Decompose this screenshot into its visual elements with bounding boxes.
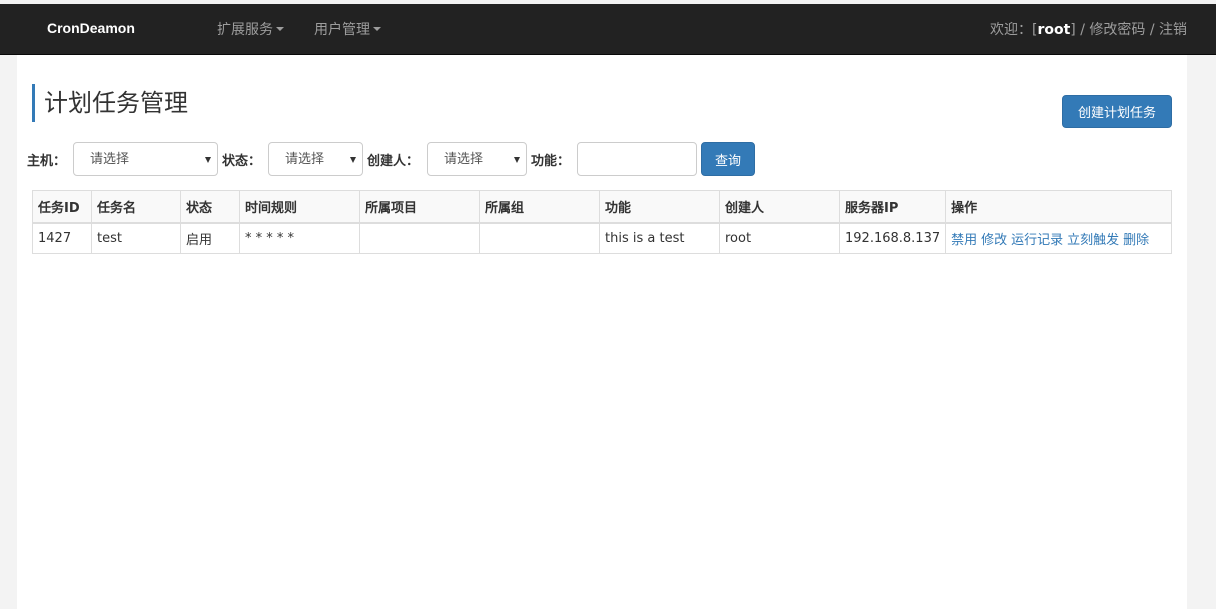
function-input[interactable] [577, 142, 697, 176]
nav-extend-services-label: 扩展服务 [217, 22, 273, 38]
disable-link[interactable]: 禁用 [951, 233, 977, 248]
host-select[interactable]: 请选择 [73, 142, 218, 176]
creator-filter-label: 创建人： [367, 154, 420, 169]
header-creator[interactable]: 创建人 [719, 190, 840, 224]
welcome-prefix: 欢迎：[ [989, 22, 1038, 38]
cell-task-name: test [91, 222, 181, 254]
header-actions: 操作 [945, 190, 1172, 224]
header-status[interactable]: 状态 [180, 190, 240, 224]
nav-menu: 扩展服务 用户管理 [217, 19, 381, 39]
cell-actions: 禁用 修改 运行记录 立刻触发 删除 [945, 222, 1172, 254]
host-select-value: 请选择 [90, 152, 130, 167]
table-row: 1427 test 启用 * * * * * this is a test ro… [32, 222, 1172, 254]
header-server-ip[interactable]: 服务器IP [838, 190, 947, 224]
edit-link[interactable]: 修改 [981, 233, 1007, 248]
user-area: 欢迎：[root] / 修改密码 / 注销 [990, 19, 1187, 39]
nav-extend-services[interactable]: 扩展服务 [217, 19, 284, 39]
creator-select[interactable]: 请选择 [427, 142, 527, 176]
creator-select-value: 请选择 [444, 152, 484, 167]
caret-down-icon [276, 27, 284, 31]
cell-group [479, 222, 600, 254]
header-project[interactable]: 所属项目 [359, 190, 480, 224]
task-table: 任务ID 任务名 状态 时间规则 所属项目 所属组 功能 创建人 服务器IP 操… [32, 190, 1172, 254]
cell-creator: root [719, 222, 840, 254]
nav-user-management[interactable]: 用户管理 [314, 19, 381, 39]
page-title: 计划任务管理 [32, 84, 188, 122]
status-select[interactable]: 请选择 [268, 142, 363, 176]
welcome-suffix: ] / [1070, 22, 1090, 38]
query-button[interactable]: 查询 [701, 142, 755, 176]
trigger-now-link[interactable]: 立刻触发 [1067, 233, 1119, 248]
nav-user-management-label: 用户管理 [314, 22, 370, 38]
cell-status: 启用 [180, 222, 240, 254]
dropdown-arrow-icon [350, 157, 356, 163]
dropdown-arrow-icon [205, 157, 211, 163]
cell-project [359, 222, 480, 254]
caret-down-icon [373, 27, 381, 31]
separator: / [1145, 22, 1159, 38]
create-task-button[interactable]: 创建计划任务 [1062, 95, 1172, 128]
header-task-id[interactable]: 任务ID [32, 190, 92, 224]
cell-function: this is a test [599, 222, 720, 254]
run-log-link[interactable]: 运行记录 [1011, 233, 1063, 248]
cell-schedule: * * * * * [239, 222, 360, 254]
cell-server-ip: 192.168.8.137 [838, 222, 947, 254]
top-navbar: CronDeamon 扩展服务 用户管理 欢迎：[root] / 修改密码 / … [0, 4, 1216, 55]
header-group[interactable]: 所属组 [479, 190, 600, 224]
delete-link[interactable]: 删除 [1123, 233, 1149, 248]
cell-task-id: 1427 [32, 222, 92, 254]
header-task-name[interactable]: 任务名 [91, 190, 181, 224]
status-filter-label: 状态： [222, 154, 262, 169]
dropdown-arrow-icon [514, 157, 520, 163]
main-container: 计划任务管理 创建计划任务 [17, 55, 1187, 609]
logout-link[interactable]: 注销 [1159, 22, 1187, 38]
change-password-link[interactable]: 修改密码 [1089, 22, 1145, 38]
header-function[interactable]: 功能 [599, 190, 720, 224]
function-filter-label: 功能： [531, 154, 571, 169]
header-schedule[interactable]: 时间规则 [239, 190, 360, 224]
status-select-value: 请选择 [285, 152, 325, 167]
brand-logo[interactable]: CronDeamon [47, 20, 135, 36]
host-filter-label: 主机： [27, 154, 67, 169]
current-username: root [1037, 22, 1071, 38]
table-header-row: 任务ID 任务名 状态 时间规则 所属项目 所属组 功能 创建人 服务器IP 操… [32, 190, 1172, 224]
